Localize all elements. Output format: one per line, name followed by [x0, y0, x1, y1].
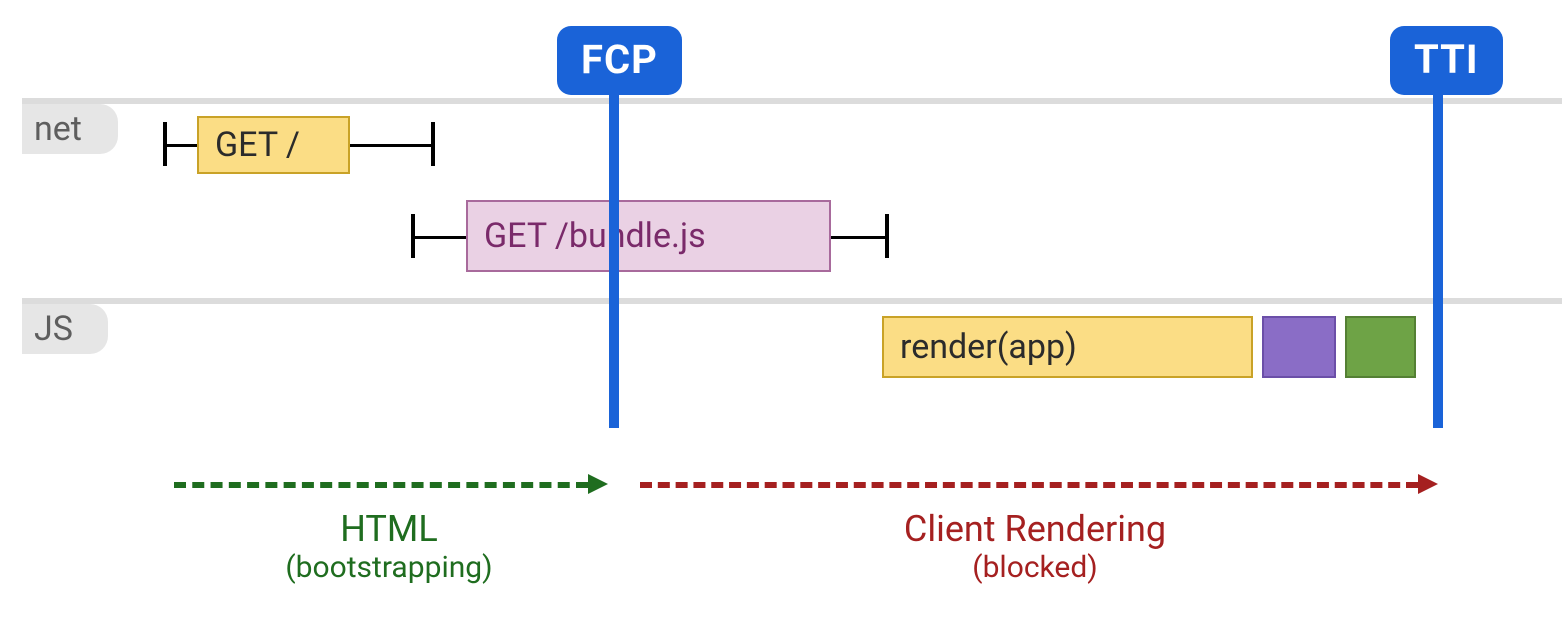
lane-divider: [22, 298, 1562, 304]
block-get-bundle: GET /bundle.js: [466, 200, 831, 272]
annotation-client-title: Client Rendering: [640, 508, 1430, 550]
marker-tti-badge: TTI: [1390, 26, 1503, 95]
lane-divider: [22, 98, 1562, 104]
annotation-html: HTML (bootstrapping): [174, 508, 604, 585]
block-get-root: GET /: [197, 116, 350, 174]
whisker-cap: [431, 122, 435, 166]
rendering-timeline-diagram: net JS FCP TTI GET / GET /bundle.js rend…: [0, 0, 1562, 628]
arrow-html-phase: [174, 482, 588, 488]
arrow-client-phase: [640, 482, 1418, 488]
whisker-cap: [411, 214, 415, 258]
annotation-client-sub: (blocked): [640, 550, 1430, 585]
marker-tti-line: [1433, 88, 1443, 428]
marker-fcp-line: [609, 88, 619, 428]
lane-label-net: net: [22, 104, 118, 154]
lane-label-js: JS: [22, 304, 108, 354]
arrow-head-icon: [1418, 474, 1438, 494]
block-purple-task: [1262, 316, 1336, 378]
whisker-cap: [885, 214, 889, 258]
block-green-task: [1345, 316, 1416, 378]
whisker-cap: [163, 122, 167, 166]
annotation-html-sub: (bootstrapping): [174, 550, 604, 585]
annotation-client: Client Rendering (blocked): [640, 508, 1430, 585]
annotation-html-title: HTML: [174, 508, 604, 550]
block-render-app: render(app): [882, 316, 1253, 378]
arrow-head-icon: [588, 474, 608, 494]
marker-fcp-badge: FCP: [557, 26, 682, 95]
